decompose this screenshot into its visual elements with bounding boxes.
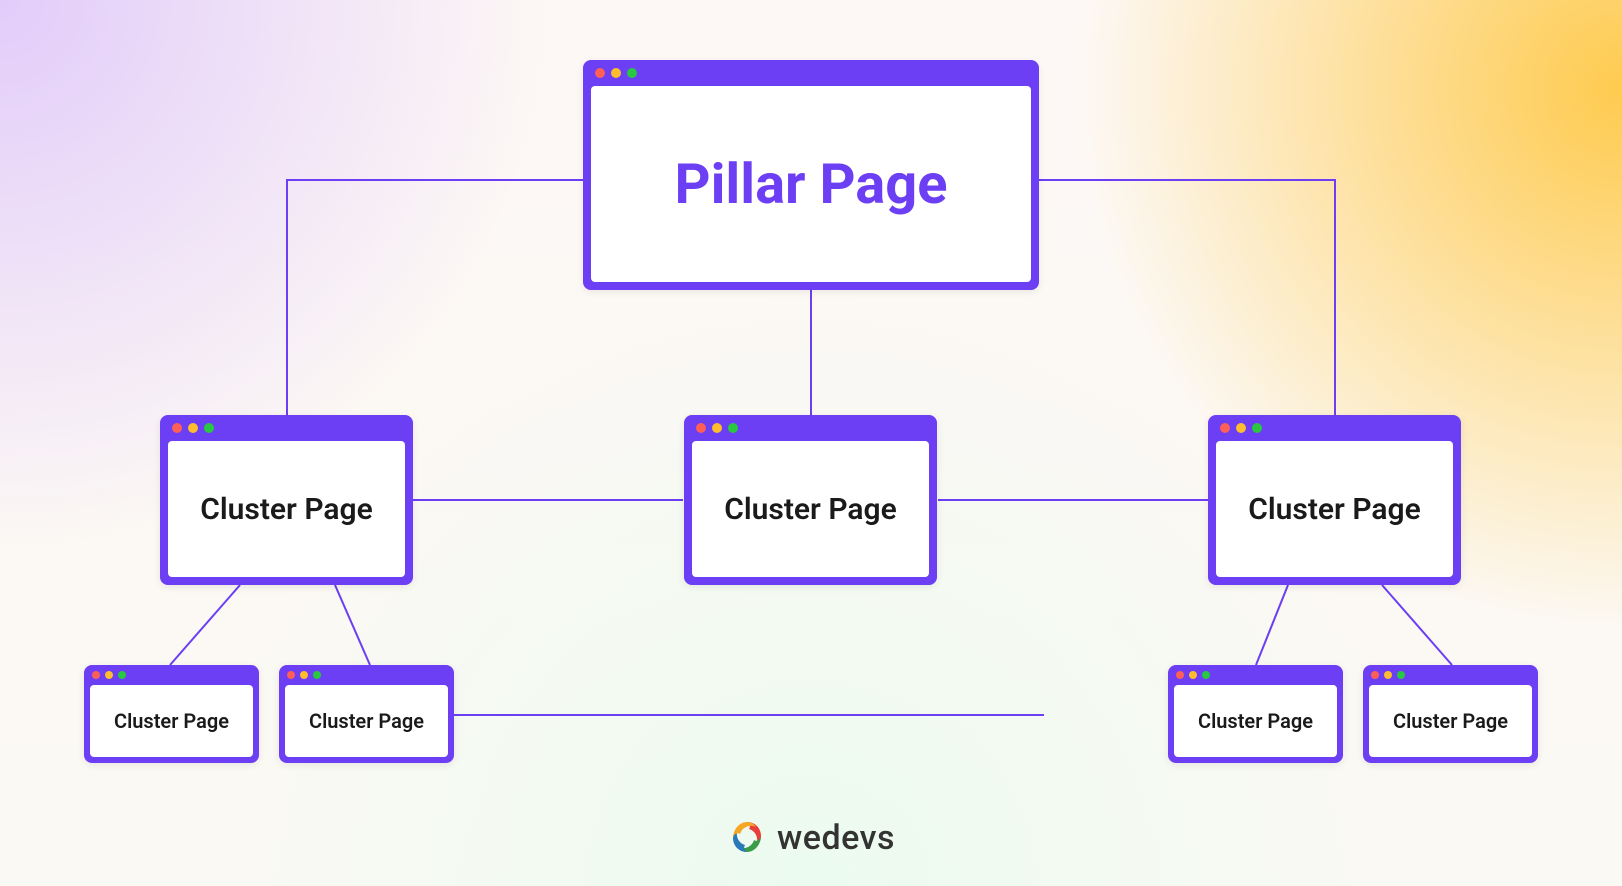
close-icon bbox=[595, 68, 605, 78]
window-header bbox=[684, 415, 937, 441]
pillar-page-label: Pillar Page bbox=[591, 86, 1031, 282]
cluster-page-label: Cluster Page bbox=[1174, 685, 1337, 757]
window-header bbox=[1168, 665, 1343, 685]
brand-name: wedevs bbox=[777, 818, 895, 858]
close-icon bbox=[172, 423, 182, 433]
minimize-icon bbox=[105, 671, 113, 679]
maximize-icon bbox=[1397, 671, 1405, 679]
window-header bbox=[160, 415, 413, 441]
cluster-small-window: Cluster Page bbox=[1168, 665, 1343, 763]
close-icon bbox=[1176, 671, 1184, 679]
cluster-page-label: Cluster Page bbox=[285, 685, 448, 757]
maximize-icon bbox=[118, 671, 126, 679]
cluster-page-label: Cluster Page bbox=[1216, 441, 1453, 577]
brand-logo: wedevs bbox=[727, 818, 895, 858]
close-icon bbox=[696, 423, 706, 433]
cluster-small-window: Cluster Page bbox=[279, 665, 454, 763]
cluster-page-label: Cluster Page bbox=[1369, 685, 1532, 757]
cluster-page-label: Cluster Page bbox=[90, 685, 253, 757]
maximize-icon bbox=[1202, 671, 1210, 679]
window-header bbox=[1208, 415, 1461, 441]
window-header bbox=[84, 665, 259, 685]
cluster-mid-window: Cluster Page bbox=[684, 415, 937, 585]
maximize-icon bbox=[627, 68, 637, 78]
window-header bbox=[1363, 665, 1538, 685]
minimize-icon bbox=[1384, 671, 1392, 679]
maximize-icon bbox=[204, 423, 214, 433]
cluster-small-window: Cluster Page bbox=[84, 665, 259, 763]
cluster-small-window: Cluster Page bbox=[1363, 665, 1538, 763]
cluster-page-label: Cluster Page bbox=[692, 441, 929, 577]
minimize-icon bbox=[300, 671, 308, 679]
minimize-icon bbox=[1236, 423, 1246, 433]
window-header bbox=[279, 665, 454, 685]
minimize-icon bbox=[611, 68, 621, 78]
cluster-page-label: Cluster Page bbox=[168, 441, 405, 577]
close-icon bbox=[1220, 423, 1230, 433]
cluster-mid-window: Cluster Page bbox=[1208, 415, 1461, 585]
cluster-mid-window: Cluster Page bbox=[160, 415, 413, 585]
maximize-icon bbox=[1252, 423, 1262, 433]
minimize-icon bbox=[712, 423, 722, 433]
minimize-icon bbox=[188, 423, 198, 433]
maximize-icon bbox=[728, 423, 738, 433]
wedevs-logo-icon bbox=[727, 818, 767, 858]
close-icon bbox=[1371, 671, 1379, 679]
close-icon bbox=[92, 671, 100, 679]
minimize-icon bbox=[1189, 671, 1197, 679]
close-icon bbox=[287, 671, 295, 679]
window-header bbox=[583, 60, 1039, 86]
pillar-page-window: Pillar Page bbox=[583, 60, 1039, 290]
maximize-icon bbox=[313, 671, 321, 679]
